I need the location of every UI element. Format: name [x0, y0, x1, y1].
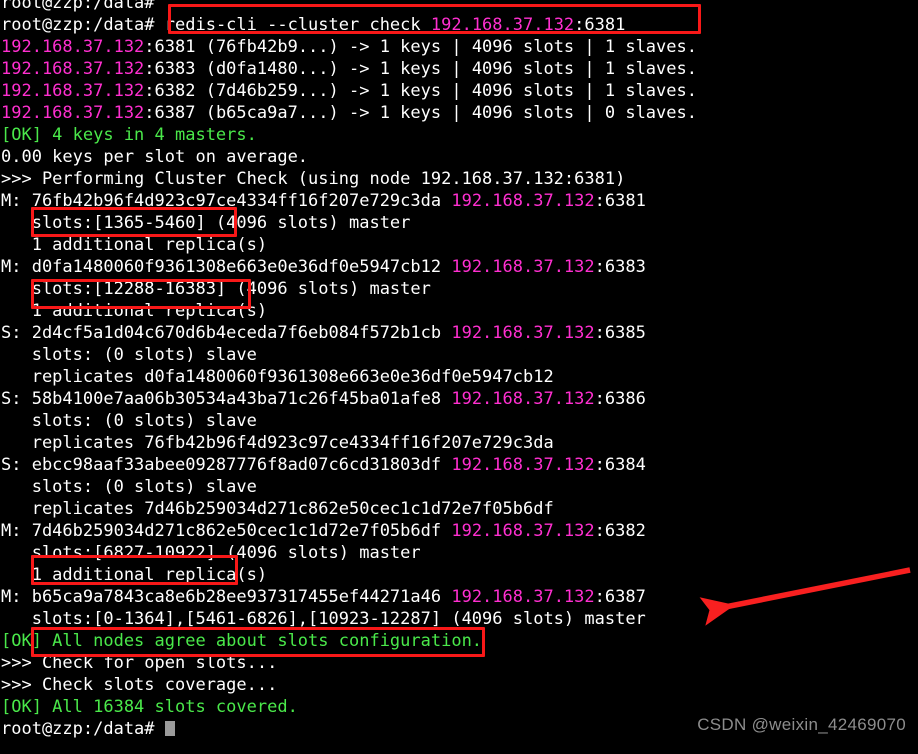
text-segment: slots:[12288-16383] (4096 slots) master [1, 279, 431, 299]
text-segment: :6381 (76fb42b9...) -> 1 keys | 4096 slo… [144, 37, 697, 57]
text-segment: 192.168.37.132 [1, 103, 145, 123]
text-segment: M: 7d46b259034d271c862e50cec1c1d72e7f05b… [1, 521, 452, 541]
text-segment: M: b65ca9a7843ca8e6b28ee937317455ef44271… [1, 587, 452, 607]
terminal-line-master-6382: M: 7d46b259034d271c862e50cec1c1d72e7f05b… [0, 520, 918, 542]
text-segment: root@zzp:/data# [1, 719, 165, 739]
text-segment: [OK] 4 keys in 4 masters. [1, 125, 257, 145]
terminal-line-ok-keys-masters: [OK] 4 keys in 4 masters. [0, 124, 918, 146]
terminal-line-keys-per-slot: 0.00 keys per slot on average. [0, 146, 918, 168]
terminal-line-master-6381-replica: 1 additional replica(s) [0, 234, 918, 256]
terminal-line-slave-6384-replicates: replicates 7d46b259034d271c862e50cec1c1d… [0, 498, 918, 520]
terminal-line-summary-6381: 192.168.37.132:6381 (76fb42b9...) -> 1 k… [0, 36, 918, 58]
text-segment: S: 2d4cf5a1d04c670d6b4eceda7f6eb084f572b… [1, 323, 452, 343]
text-segment: replicates 7d46b259034d271c862e50cec1c1d… [1, 499, 554, 519]
text-segment: :6386 [594, 389, 646, 409]
text-segment: >>> Check slots coverage... [1, 675, 278, 695]
text-segment: 192.168.37.132 [451, 587, 595, 607]
terminal-line-slave-6386-slots: slots: (0 slots) slave [0, 410, 918, 432]
terminal-line-performing-cluster-check: >>> Performing Cluster Check (using node… [0, 168, 918, 190]
text-segment: replicates d0fa1480060f9361308e663e0e36d… [1, 367, 554, 387]
text-segment: :6381 [594, 191, 646, 211]
terminal-line-slave-6384: S: ebcc98aaf33abee09287776f8ad07c6cd3180… [0, 454, 918, 476]
terminal-line-master-6383-replica: 1 additional replica(s) [0, 300, 918, 322]
terminal-line-slave-6385-slots: slots: (0 slots) slave [0, 344, 918, 366]
terminal-line-master-6381-slots: slots:[1365-5460] (4096 slots) master [0, 212, 918, 234]
text-segment: slots:[1365-5460] (4096 slots) master [1, 213, 411, 233]
text-segment: 1 additional replica(s) [1, 235, 268, 255]
terminal-output: root@zzp:/data# root@zzp:/data# redis-cli… [0, 0, 918, 740]
terminal-line-top-clipped-prompt: root@zzp:/data# [0, 0, 918, 14]
text-segment: >>> Performing Cluster Check (using node… [1, 169, 626, 189]
text-segment: :6385 [594, 323, 646, 343]
terminal-line-master-6381: M: 76fb42b96f4d923c97ce4334ff16f207e729c… [0, 190, 918, 212]
text-segment: replicates 76fb42b96f4d923c97ce4334ff16f… [1, 433, 554, 453]
text-segment: :6383 [594, 257, 646, 277]
terminal-line-summary-6382: 192.168.37.132:6382 (7d46b259...) -> 1 k… [0, 80, 918, 102]
text-segment: slots: (0 slots) slave [1, 477, 257, 497]
text-segment: :6384 [594, 455, 646, 475]
text-segment: 0.00 keys per slot on average. [1, 147, 309, 167]
terminal-line-master-6387-slots: slots:[0-1364],[5461-6826],[10923-12287]… [0, 608, 918, 630]
text-segment: 192.168.37.132 [451, 323, 595, 343]
text-segment: 192.168.37.132 [430, 15, 575, 35]
text-segment: 192.168.37.132 [1, 81, 145, 101]
text-segment: 192.168.37.132 [451, 389, 595, 409]
text-segment: slots:[6827-10922] (4096 slots) master [1, 543, 421, 563]
text-segment: 192.168.37.132 [451, 521, 595, 541]
terminal-line-check-open-slots: >>> Check for open slots... [0, 652, 918, 674]
text-segment: slots: (0 slots) slave [1, 345, 257, 365]
text-segment: 192.168.37.132 [1, 37, 145, 57]
text-segment: [OK] All 16384 slots covered. [1, 697, 298, 717]
text-segment: 1 additional replica(s) [1, 565, 268, 585]
text-segment: M: d0fa1480060f9361308e663e0e36df0e5947c… [1, 257, 452, 277]
text-segment: :6382 [594, 521, 646, 541]
terminal-line-master-6383: M: d0fa1480060f9361308e663e0e36df0e5947c… [0, 256, 918, 278]
block-cursor [164, 721, 175, 736]
terminal-line-slave-6385-replicates: replicates d0fa1480060f9361308e663e0e36d… [0, 366, 918, 388]
terminal-line-master-6383-slots: slots:[12288-16383] (4096 slots) master [0, 278, 918, 300]
text-segment: 1 additional replica(s) [1, 301, 268, 321]
terminal-window[interactable]: root@zzp:/data# root@zzp:/data# redis-cli… [0, 0, 918, 754]
terminal-line-slave-6386-replicates: replicates 76fb42b96f4d923c97ce4334ff16f… [0, 432, 918, 454]
terminal-line-summary-6387: 192.168.37.132:6387 (b65ca9a7...) -> 1 k… [0, 102, 918, 124]
text-segment: 192.168.37.132 [451, 257, 595, 277]
watermark-text: CSDN @weixin_42469070 [697, 715, 906, 734]
terminal-line-check-slots-coverage: >>> Check slots coverage... [0, 674, 918, 696]
text-segment: slots: (0 slots) slave [1, 411, 257, 431]
terminal-line-prompt-command: root@zzp:/data# redis-cli --cluster chec… [0, 14, 918, 36]
terminal-line-slave-6385: S: 2d4cf5a1d04c670d6b4eceda7f6eb084f572b… [0, 322, 918, 344]
text-segment: S: 58b4100e7aa06b30534a43ba71c26f45ba01a… [1, 389, 452, 409]
text-segment: 192.168.37.132 [451, 455, 595, 475]
terminal-line-master-6382-slots: slots:[6827-10922] (4096 slots) master [0, 542, 918, 564]
text-segment: :6381 [574, 15, 626, 35]
terminal-line-slave-6384-slots: slots: (0 slots) slave [0, 476, 918, 498]
text-segment: S: ebcc98aaf33abee09287776f8ad07c6cd3180… [1, 455, 452, 475]
terminal-line-slave-6386: S: 58b4100e7aa06b30534a43ba71c26f45ba01a… [0, 388, 918, 410]
terminal-line-master-6382-replica: 1 additional replica(s) [0, 564, 918, 586]
text-segment: slots:[0-1364],[5461-6826],[10923-12287]… [1, 609, 646, 629]
text-segment: :6387 (b65ca9a7...) -> 1 keys | 4096 slo… [144, 103, 697, 123]
text-segment: :6383 (d0fa1480...) -> 1 keys | 4096 slo… [144, 59, 697, 79]
terminal-line-master-6387: M: b65ca9a7843ca8e6b28ee937317455ef44271… [0, 586, 918, 608]
text-segment: [OK] All nodes agree about slots configu… [1, 631, 483, 651]
text-segment: root@zzp:/data# [1, 0, 155, 13]
terminal-line-summary-6383: 192.168.37.132:6383 (d0fa1480...) -> 1 k… [0, 58, 918, 80]
text-segment: M: 76fb42b96f4d923c97ce4334ff16f207e729c… [1, 191, 452, 211]
text-segment: :6382 (7d46b259...) -> 1 keys | 4096 slo… [144, 81, 697, 101]
text-segment: redis-cli --cluster check [164, 15, 431, 35]
text-segment: 192.168.37.132 [1, 59, 145, 79]
text-segment: 192.168.37.132 [451, 191, 595, 211]
text-segment: >>> Check for open slots... [1, 653, 278, 673]
text-segment: :6387 [594, 587, 646, 607]
text-segment: root@zzp:/data# [1, 15, 165, 35]
terminal-line-ok-nodes-agree: [OK] All nodes agree about slots configu… [0, 630, 918, 652]
